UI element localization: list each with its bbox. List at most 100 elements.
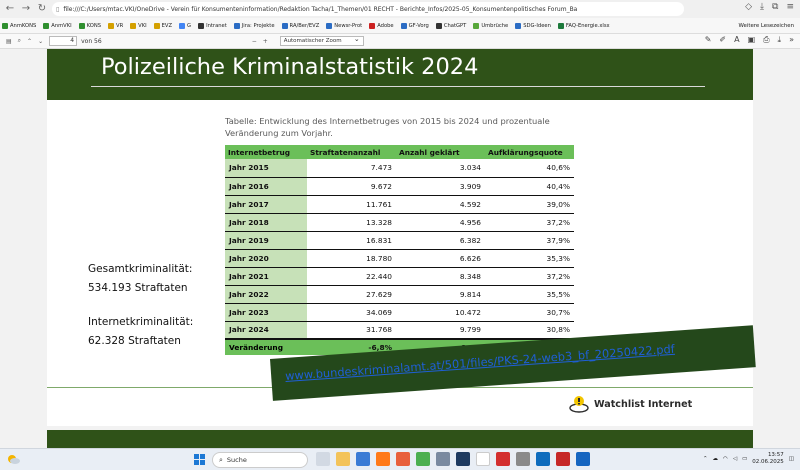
photoshop-icon[interactable] (456, 452, 470, 466)
pdf-actions: ✎ ✐ A ▣ ⎙ ⤓ » (705, 35, 794, 45)
bookmark-item[interactable]: FAQ-Energie.xlsx (557, 22, 610, 29)
save-icon[interactable]: ⤓ (778, 35, 782, 45)
chevron-up-icon[interactable]: ⌃ (703, 456, 708, 462)
internet-crime-value: 62.328 Straftaten (88, 335, 181, 347)
zoom-select[interactable]: Automatischer Zoom (279, 35, 364, 46)
image-icon[interactable]: ▣ (748, 35, 756, 45)
bookmark-item[interactable]: KONS (78, 22, 102, 29)
find-icon[interactable]: ⌕ (18, 37, 21, 45)
bookmark-item[interactable]: Intranet (198, 22, 227, 29)
file-explorer-icon[interactable] (336, 452, 350, 466)
bookmark-icon (198, 22, 205, 29)
year-cell: Jahr 2017 (225, 195, 307, 214)
internet-crime-label: Internetkriminalität: (88, 316, 194, 328)
pdf-viewer[interactable]: Polizeiliche Kriminalstatistik 2024 Tabe… (0, 49, 800, 448)
bookmark-label: KONS (86, 22, 102, 29)
cloud-icon[interactable]: ☁ (713, 456, 719, 462)
bookmark-label: Jira: Projekte (241, 22, 275, 29)
year-cell: Jahr 2018 (225, 213, 307, 232)
value-cell: 3.034 (396, 159, 485, 178)
brave-icon[interactable] (396, 452, 410, 466)
zoom-in-icon[interactable]: + (263, 38, 268, 45)
text-icon[interactable]: A (734, 35, 739, 45)
reload-icon[interactable]: ↻ (36, 2, 48, 16)
more-icon[interactable]: » (789, 35, 794, 45)
sidebar-toggle-icon[interactable]: ▤ (6, 38, 12, 45)
watchlist-logo: Watchlist Internet (569, 395, 692, 413)
value-cell: 37,2% (485, 213, 574, 232)
teams-icon[interactable] (356, 452, 370, 466)
other-bookmarks[interactable]: Weitere Lesezeichen (739, 18, 795, 33)
menu-icon[interactable]: ≡ (786, 2, 794, 12)
weather-icon (8, 455, 20, 464)
chrome-icon[interactable] (416, 452, 430, 466)
back-icon[interactable]: ← (4, 2, 16, 16)
bookmark-item[interactable]: SDG-Ideen (515, 22, 551, 29)
app-icon[interactable] (516, 452, 530, 466)
bookmark-item[interactable]: Umbrüche (473, 22, 509, 29)
app-icon[interactable] (556, 452, 570, 466)
change-label: Veränderung (225, 338, 307, 355)
bookmark-label: G (187, 22, 192, 29)
bookmark-label: FAQ-Energie.xlsx (565, 22, 610, 29)
firefox-icon[interactable] (376, 452, 390, 466)
app-icon[interactable] (436, 452, 450, 466)
bookmark-item[interactable]: Newsr-Prot (326, 22, 362, 29)
bookmark-item[interactable]: G (179, 22, 192, 29)
notifications-icon[interactable]: ◫ (789, 456, 794, 462)
weather-widget[interactable] (6, 453, 20, 465)
highlight-icon[interactable]: ✎ (705, 35, 712, 45)
bookmark-label: AnmVKI (51, 22, 72, 29)
downloads-icon[interactable]: ⤓ (760, 2, 764, 12)
clock[interactable]: 13:57 02.06.2025 (752, 452, 784, 466)
total-crime-value: 534.193 Straftaten (88, 282, 188, 294)
shield-icon[interactable]: ◇ (745, 2, 752, 12)
print-icon[interactable]: ⎙ (763, 35, 769, 45)
value-cell: 11.761 (307, 195, 396, 214)
outlook-icon[interactable] (536, 452, 550, 466)
value-cell: 8.348 (396, 267, 485, 286)
word-icon[interactable] (576, 452, 590, 466)
bookmark-icon (179, 22, 186, 29)
next-page-icon[interactable]: ⌄ (38, 38, 43, 45)
start-button[interactable] (194, 454, 206, 466)
draw-icon[interactable]: ✐ (719, 35, 726, 45)
task-view-icon[interactable] (316, 452, 330, 466)
zoom-out-icon[interactable]: − (252, 38, 257, 45)
table-header: Aufklärungsquote (485, 145, 574, 159)
bookmark-item[interactable]: ChatGPT (435, 22, 467, 29)
notepad-icon[interactable] (476, 452, 490, 466)
bookmark-icon (43, 22, 50, 29)
bookmark-label: Adobe (377, 22, 394, 29)
bookmark-item[interactable]: GF-Vorg (400, 22, 429, 29)
table-header-row: Internetbetrug Straftatenanzahl Anzahl g… (225, 145, 574, 159)
wifi-icon[interactable]: ◠ (723, 456, 728, 462)
bookmark-item[interactable]: RA/Ber/EVZ (281, 22, 319, 29)
bookmark-item[interactable]: VR (108, 22, 123, 29)
page-number-input[interactable]: 4 (49, 36, 78, 46)
bookmark-item[interactable]: VKI (130, 22, 147, 29)
bookmark-item[interactable]: EVZ (153, 22, 173, 29)
bookmark-item[interactable]: AnmVKI (43, 22, 72, 29)
logo-text: Watchlist Internet (594, 398, 693, 410)
url-bar[interactable]: ▯ file:///C:/Users/mtac.VKI/OneDrive - V… (52, 2, 684, 16)
value-cell: 4.956 (396, 213, 485, 232)
battery-icon[interactable]: ▭ (742, 456, 747, 462)
volume-icon[interactable]: ◁ (733, 456, 737, 462)
bookmark-label: ChatGPT (443, 22, 467, 29)
acrobat-icon[interactable] (496, 452, 510, 466)
value-cell: 16.831 (307, 231, 396, 250)
taskbar-search[interactable]: ⌕ Suche (212, 452, 308, 468)
bookmark-icon (281, 22, 288, 29)
slide-title: Polizeiliche Kriminalstatistik 2024 (101, 54, 479, 80)
prev-page-icon[interactable]: ⌃ (27, 38, 32, 45)
bookmark-item[interactable]: Adobe (369, 22, 394, 29)
extensions-icon[interactable]: ⧉ (772, 2, 778, 12)
bookmark-label: EVZ (161, 22, 173, 29)
bookmark-item[interactable]: AnmKONS (2, 22, 36, 29)
bookmark-item[interactable]: Jira: Projekte (233, 22, 275, 29)
table-row: Jahr 2019 16.831 6.382 37,9% (225, 231, 574, 250)
forward-icon[interactable]: → (20, 2, 32, 16)
year-cell: Jahr 2024 (225, 321, 307, 340)
bookmark-label: Umbrüche (481, 22, 509, 29)
